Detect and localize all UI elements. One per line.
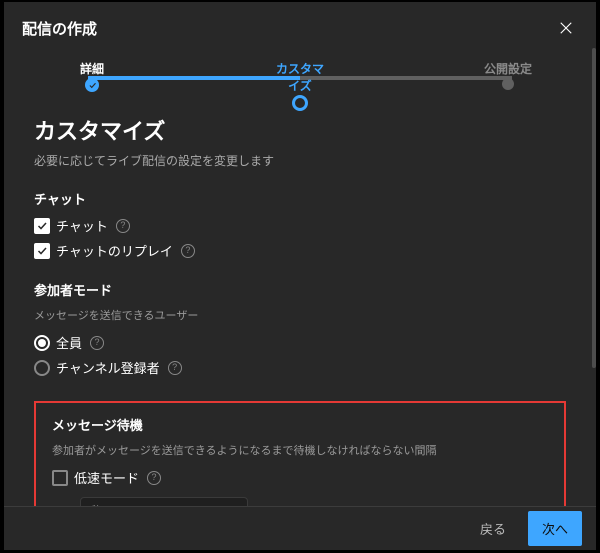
help-icon[interactable]: ?: [116, 219, 130, 233]
step-visibility[interactable]: 公開設定: [483, 60, 533, 91]
help-icon[interactable]: ?: [90, 336, 104, 350]
dialog-title: 配信の作成: [22, 18, 97, 39]
titlebar: 配信の作成: [4, 2, 596, 50]
next-button[interactable]: 次へ: [528, 511, 582, 546]
chat-enable-checkbox[interactable]: [34, 218, 50, 234]
step-visibility-dot: [502, 78, 514, 90]
participant-all-radio[interactable]: [34, 335, 50, 351]
wait-title: メッセージ待機: [52, 415, 548, 434]
chat-enable-row[interactable]: チャット ?: [34, 216, 566, 235]
chat-enable-label: チャット: [56, 216, 108, 235]
seconds-field[interactable]: 秒 60: [80, 497, 248, 506]
slowmode-label: 低速モード: [74, 468, 139, 487]
participant-subs-label: チャンネル登録者: [56, 358, 160, 377]
check-icon: [36, 245, 48, 257]
chat-replay-label: チャットのリプレイ: [56, 241, 173, 260]
check-icon: [88, 81, 97, 90]
back-button[interactable]: 戻る: [472, 513, 514, 544]
step-details-dot: [85, 78, 99, 92]
close-button[interactable]: [554, 16, 578, 40]
slowmode-checkbox[interactable]: [52, 470, 68, 486]
step-visibility-label: 公開設定: [483, 60, 533, 77]
dialog-footer: 戻る 次へ: [4, 506, 596, 550]
slowmode-row[interactable]: 低速モード ?: [52, 468, 548, 487]
stepper: 詳細 カスタマイズ 公開設定: [72, 60, 528, 94]
help-icon[interactable]: ?: [147, 471, 161, 485]
step-customize-dot: [292, 95, 308, 111]
participant-all-label: 全員: [56, 333, 82, 352]
chat-replay-checkbox[interactable]: [34, 243, 50, 259]
participant-desc: メッセージを送信できるユーザー: [34, 307, 566, 323]
step-customize[interactable]: カスタマイズ: [275, 60, 325, 112]
chat-section-title: チャット: [34, 189, 566, 208]
participant-all-row[interactable]: 全員 ?: [34, 333, 566, 352]
help-icon[interactable]: ?: [168, 361, 182, 375]
step-line-progress: [88, 76, 300, 80]
close-icon: [557, 19, 575, 37]
participant-subs-radio[interactable]: [34, 360, 50, 376]
chat-replay-row[interactable]: チャットのリプレイ ?: [34, 241, 566, 260]
participant-title: 参加者モード: [34, 280, 566, 299]
step-details[interactable]: 詳細: [67, 60, 117, 93]
wait-desc: 参加者がメッセージを送信できるようになるまで待機しなければならない間隔: [52, 442, 548, 458]
scrollbar[interactable]: [592, 48, 596, 368]
step-customize-label: カスタマイズ: [275, 60, 325, 94]
help-icon[interactable]: ?: [181, 244, 195, 258]
page-subtitle: 必要に応じてライブ配信の設定を変更します: [34, 152, 566, 169]
dialog-body: 詳細 カスタマイズ 公開設定 カスタマイズ 必要に応じてライブ配信の設定を変更し…: [4, 48, 596, 506]
check-icon: [36, 220, 48, 232]
dialog: 配信の作成 詳細 カスタマイズ 公開設定: [4, 2, 596, 550]
message-wait-box: メッセージ待機 参加者がメッセージを送信できるようになるまで待機しなければならな…: [34, 401, 566, 506]
participant-subs-row[interactable]: チャンネル登録者 ?: [34, 358, 566, 377]
page-title: カスタマイズ: [34, 114, 566, 146]
step-details-label: 詳細: [67, 60, 117, 77]
